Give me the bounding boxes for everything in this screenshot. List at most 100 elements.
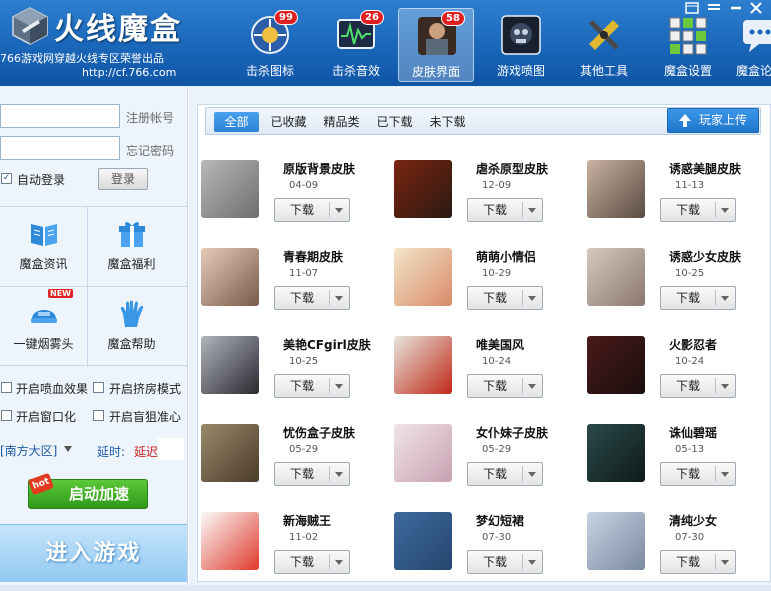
hand-icon bbox=[117, 299, 147, 329]
auto-login-checkbox[interactable]: ✓ bbox=[1, 173, 12, 184]
skin-thumbnail[interactable] bbox=[394, 160, 452, 218]
skin-card[interactable]: 新海贼王 11-02 下载 bbox=[201, 512, 391, 591]
download-button[interactable]: 下载 bbox=[274, 198, 350, 222]
windowed-checkbox[interactable] bbox=[1, 410, 12, 421]
chevron-down-icon[interactable] bbox=[64, 446, 72, 452]
chevron-down-icon[interactable] bbox=[335, 296, 343, 301]
download-button[interactable]: 下载 bbox=[274, 286, 350, 310]
chevron-down-icon[interactable] bbox=[335, 208, 343, 213]
chevron-down-icon[interactable] bbox=[335, 384, 343, 389]
chevron-down-icon[interactable] bbox=[721, 208, 729, 213]
skin-thumbnail[interactable] bbox=[201, 160, 259, 218]
blood-effect-checkbox[interactable] bbox=[1, 382, 12, 393]
download-button[interactable]: 下载 bbox=[660, 198, 736, 222]
download-button[interactable]: 下载 bbox=[660, 286, 736, 310]
close-icon[interactable] bbox=[749, 2, 763, 14]
download-button[interactable]: 下载 bbox=[467, 550, 543, 574]
skin-thumbnail[interactable] bbox=[201, 512, 259, 570]
chevron-down-icon[interactable] bbox=[721, 560, 729, 565]
download-button[interactable]: 下载 bbox=[467, 462, 543, 486]
register-link[interactable]: 注册帐号 bbox=[126, 109, 174, 126]
download-button[interactable]: 下载 bbox=[274, 374, 350, 398]
room-squeeze-checkbox[interactable] bbox=[93, 382, 104, 393]
region-select[interactable]: [南方大区] bbox=[0, 442, 57, 459]
chevron-down-icon[interactable] bbox=[528, 384, 536, 389]
download-label: 下载 bbox=[675, 291, 700, 305]
download-button[interactable]: 下载 bbox=[660, 462, 736, 486]
download-label: 下载 bbox=[289, 379, 314, 393]
enter-game-button[interactable]: 进入游戏 bbox=[0, 524, 187, 582]
button-divider bbox=[522, 202, 523, 218]
skin-thumbnail[interactable] bbox=[587, 160, 645, 218]
chevron-down-icon[interactable] bbox=[335, 560, 343, 565]
skin-thumbnail[interactable] bbox=[587, 248, 645, 306]
skin-thumbnail[interactable] bbox=[394, 336, 452, 394]
skin-thumbnail[interactable] bbox=[587, 512, 645, 570]
chevron-down-icon[interactable] bbox=[528, 472, 536, 477]
player-upload-button[interactable]: 玩家上传 bbox=[667, 108, 759, 133]
chevron-down-icon[interactable] bbox=[721, 384, 729, 389]
skin-date: 10-24 bbox=[482, 356, 512, 367]
skin-card[interactable]: 美艳CFgirl皮肤 10-25 下载 bbox=[201, 336, 391, 416]
skin-card[interactable]: 火影忍者 10-24 下载 bbox=[587, 336, 771, 416]
skin-card[interactable]: 梦幻短裙 07-30 下载 bbox=[394, 512, 584, 591]
skin-card[interactable]: 诛仙碧瑶 05-13 下载 bbox=[587, 424, 771, 504]
skin-card[interactable]: 虐杀原型皮肤 12-09 下载 bbox=[394, 160, 584, 240]
chevron-down-icon[interactable] bbox=[528, 560, 536, 565]
tab-downloaded[interactable]: 已下载 bbox=[372, 112, 417, 132]
skin-thumbnail[interactable] bbox=[201, 336, 259, 394]
skin-card[interactable]: 诱惑少女皮肤 10-25 下载 bbox=[587, 248, 771, 328]
chevron-down-icon[interactable] bbox=[335, 472, 343, 477]
download-button[interactable]: 下载 bbox=[660, 374, 736, 398]
chevron-down-icon[interactable] bbox=[721, 296, 729, 301]
news-button[interactable]: 魔盒资讯 bbox=[0, 207, 87, 286]
download-button[interactable]: 下载 bbox=[467, 374, 543, 398]
welfare-button[interactable]: 魔盒福利 bbox=[88, 207, 175, 286]
skin-card[interactable]: 女仆妹子皮肤 05-29 下载 bbox=[394, 424, 584, 504]
download-button[interactable]: 下载 bbox=[467, 286, 543, 310]
skin-thumbnail[interactable] bbox=[201, 424, 259, 482]
skin-menu-icon[interactable] bbox=[685, 2, 699, 14]
skin-thumbnail[interactable] bbox=[394, 512, 452, 570]
nav-spray-button[interactable]: 游戏喷图 bbox=[483, 8, 559, 82]
nav-tools-button[interactable]: 其他工具 bbox=[566, 8, 642, 82]
download-button[interactable]: 下载 bbox=[274, 550, 350, 574]
password-input[interactable] bbox=[0, 136, 120, 160]
download-button[interactable]: 下载 bbox=[274, 462, 350, 486]
skin-card[interactable]: 诱惑美腿皮肤 11-13 下载 bbox=[587, 160, 771, 240]
login-button[interactable]: 登录 bbox=[98, 168, 148, 190]
tab-favorites[interactable]: 已收藏 bbox=[266, 112, 311, 132]
tab-featured[interactable]: 精品类 bbox=[319, 112, 364, 132]
account-input[interactable] bbox=[0, 104, 120, 128]
nav-skin-ui-button[interactable]: 58 皮肤界面 bbox=[398, 8, 474, 82]
skin-date: 11-13 bbox=[675, 180, 705, 191]
skin-thumbnail[interactable] bbox=[587, 424, 645, 482]
skin-thumbnail[interactable] bbox=[587, 336, 645, 394]
forgot-password-link[interactable]: 忘记密码 bbox=[126, 142, 174, 159]
skin-card[interactable]: 忧伤盒子皮肤 05-29 下载 bbox=[201, 424, 391, 504]
chevron-down-icon[interactable] bbox=[528, 296, 536, 301]
app-url[interactable]: http://cf.766.com bbox=[82, 66, 176, 79]
skin-card[interactable]: 原版背景皮肤 04-09 下载 bbox=[201, 160, 391, 240]
skin-card[interactable]: 青春期皮肤 11-07 下载 bbox=[201, 248, 391, 328]
skin-card[interactable]: 清纯少女 07-30 下载 bbox=[587, 512, 771, 591]
skin-thumbnail[interactable] bbox=[201, 248, 259, 306]
skin-card[interactable]: 萌萌小情侣 10-29 下载 bbox=[394, 248, 584, 328]
skin-thumbnail[interactable] bbox=[394, 424, 452, 482]
nav-kill-icon-button[interactable]: 99 击杀图标 bbox=[232, 8, 308, 82]
download-button[interactable]: 下载 bbox=[660, 550, 736, 574]
crosshair-checkbox[interactable] bbox=[93, 410, 104, 421]
help-label: 魔盒帮助 bbox=[107, 337, 156, 351]
tab-all[interactable]: 全部 bbox=[214, 112, 259, 132]
smoke-head-button[interactable]: NEW 一键烟雾头 bbox=[0, 287, 87, 366]
chevron-down-icon[interactable] bbox=[721, 472, 729, 477]
skin-card[interactable]: 唯美国风 10-24 下载 bbox=[394, 336, 584, 416]
menu-icon[interactable] bbox=[707, 2, 721, 14]
help-button[interactable]: 魔盒帮助 bbox=[88, 287, 175, 366]
download-button[interactable]: 下载 bbox=[467, 198, 543, 222]
tab-not-downloaded[interactable]: 未下载 bbox=[425, 112, 470, 132]
skin-thumbnail[interactable] bbox=[394, 248, 452, 306]
minimize-icon[interactable] bbox=[729, 2, 743, 14]
chevron-down-icon[interactable] bbox=[528, 208, 536, 213]
nav-kill-sound-button[interactable]: 26 击杀音效 bbox=[318, 8, 394, 82]
